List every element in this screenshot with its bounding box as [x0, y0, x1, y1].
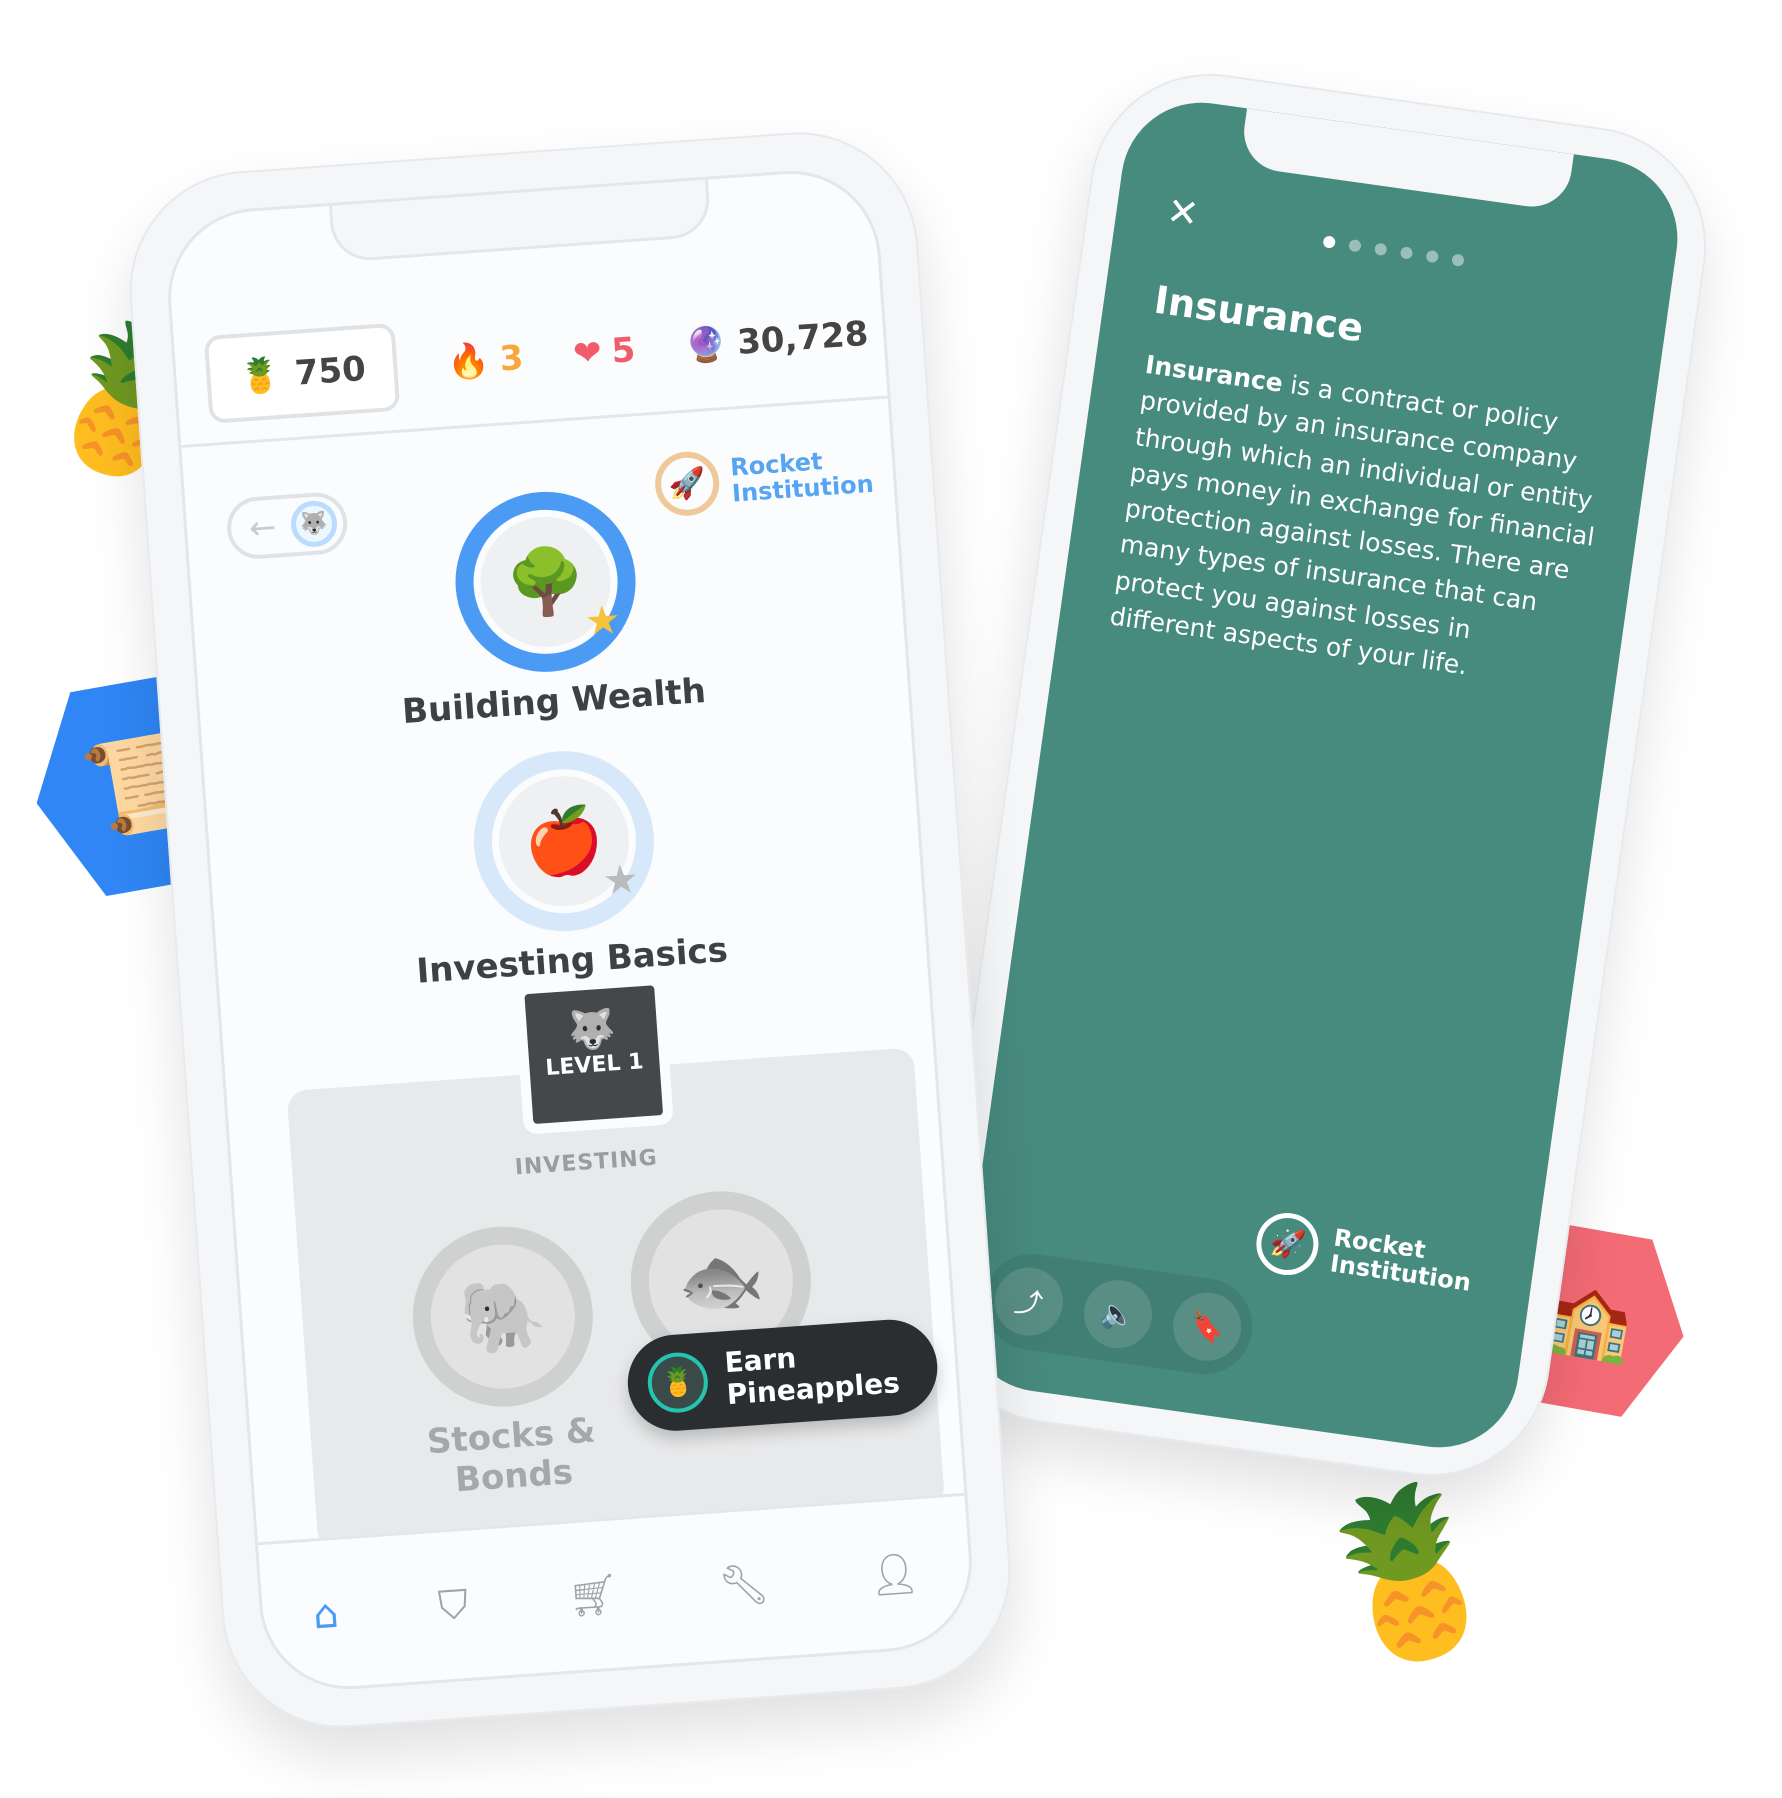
lesson-label: Stocks & Bonds	[425, 1410, 597, 1501]
learning-path-screen: 🍍 750 🔥 3 ❤ 5 🔮 30,728 ← 🐺 🚀 Rocket Institution…	[162, 164, 978, 1696]
cart-icon[interactable]: 🛒︎	[566, 1570, 620, 1620]
notch	[328, 176, 712, 263]
pineapple-count: 750	[293, 348, 368, 394]
shield-icon[interactable]: ⛉	[437, 1581, 470, 1629]
lesson-label: Building Wealth	[400, 670, 708, 733]
elephant-icon: 🐘	[456, 1272, 550, 1361]
streak-counter[interactable]: 🔥 3	[446, 338, 525, 383]
pineapple-icon: 🍍	[645, 1350, 710, 1415]
arrow-left-icon: ←	[247, 507, 278, 548]
progress-ring: 🍎 ★	[467, 745, 660, 938]
card-title: Insurance	[1151, 277, 1367, 351]
star-icon: ★	[583, 596, 623, 646]
share-icon[interactable]: ⤴	[990, 1263, 1068, 1341]
bookmark-icon[interactable]: 🔖	[1168, 1288, 1246, 1366]
flame-icon: 🔥	[446, 340, 492, 384]
card-actions: ⤴ 🔈 🔖	[977, 1247, 1259, 1381]
pineapple-counter[interactable]: 🍍 750	[203, 322, 401, 424]
rocket-icon: 🚀	[1252, 1209, 1323, 1280]
pineapple-decoration: 🍍	[1288, 1457, 1530, 1690]
speaker-icon[interactable]: 🔈	[1079, 1275, 1157, 1353]
pineapple-icon: 🍍	[237, 354, 283, 398]
card-body-text: is a contract or policy provided by an i…	[1108, 369, 1597, 681]
crystal-ball-icon: 🔮	[683, 323, 729, 367]
progress-ring: 🌳 ★	[449, 485, 642, 678]
page-dot[interactable]	[1399, 246, 1414, 260]
stats-bar: 🍍 750 🔥 3 ❤ 5 🔮 30,728	[203, 280, 870, 435]
page-dot[interactable]	[1425, 249, 1440, 264]
hearts-count: 5	[610, 330, 637, 372]
lesson-building-wealth[interactable]: 🌳 ★ Building Wealth	[388, 481, 708, 733]
notch	[1238, 108, 1574, 212]
level-badge[interactable]: 🐺 LEVEL 1	[513, 974, 674, 1135]
page-dot[interactable]	[1373, 242, 1388, 257]
hearts-counter[interactable]: ❤ 5	[572, 330, 637, 374]
card-body: Insurance is a contract or policy provid…	[1108, 347, 1614, 700]
sponsor-logo: 🚀 Rocket Institution	[1252, 1209, 1477, 1301]
wolf-avatar-icon: 🐺	[289, 499, 339, 549]
page-dot[interactable]	[1348, 238, 1362, 253]
star-icon: ★	[601, 856, 641, 905]
lesson-investing-basics[interactable]: 🍎 ★ Investing Basics	[402, 741, 729, 992]
heart-icon: ❤	[571, 332, 604, 375]
back-button[interactable]: ← 🐺	[225, 490, 350, 561]
learning-path-phone: 🍍 750 🔥 3 ❤ 5 🔮 30,728 ← 🐺 🚀 Rocket Institution…	[121, 124, 1019, 1736]
gems-count: 30,728	[735, 313, 870, 363]
fish-icon: 🐟	[674, 1236, 768, 1325]
gems-counter[interactable]: 🔮 30,728	[684, 314, 870, 367]
profile-icon[interactable]: 👤︎	[867, 1549, 921, 1599]
page-dot[interactable]	[1322, 235, 1337, 249]
page-dot[interactable]	[1451, 253, 1465, 267]
wrench-icon[interactable]: 🔧︎	[717, 1560, 771, 1610]
home-icon[interactable]: ⌂	[312, 1590, 341, 1638]
streak-count: 3	[498, 337, 525, 380]
